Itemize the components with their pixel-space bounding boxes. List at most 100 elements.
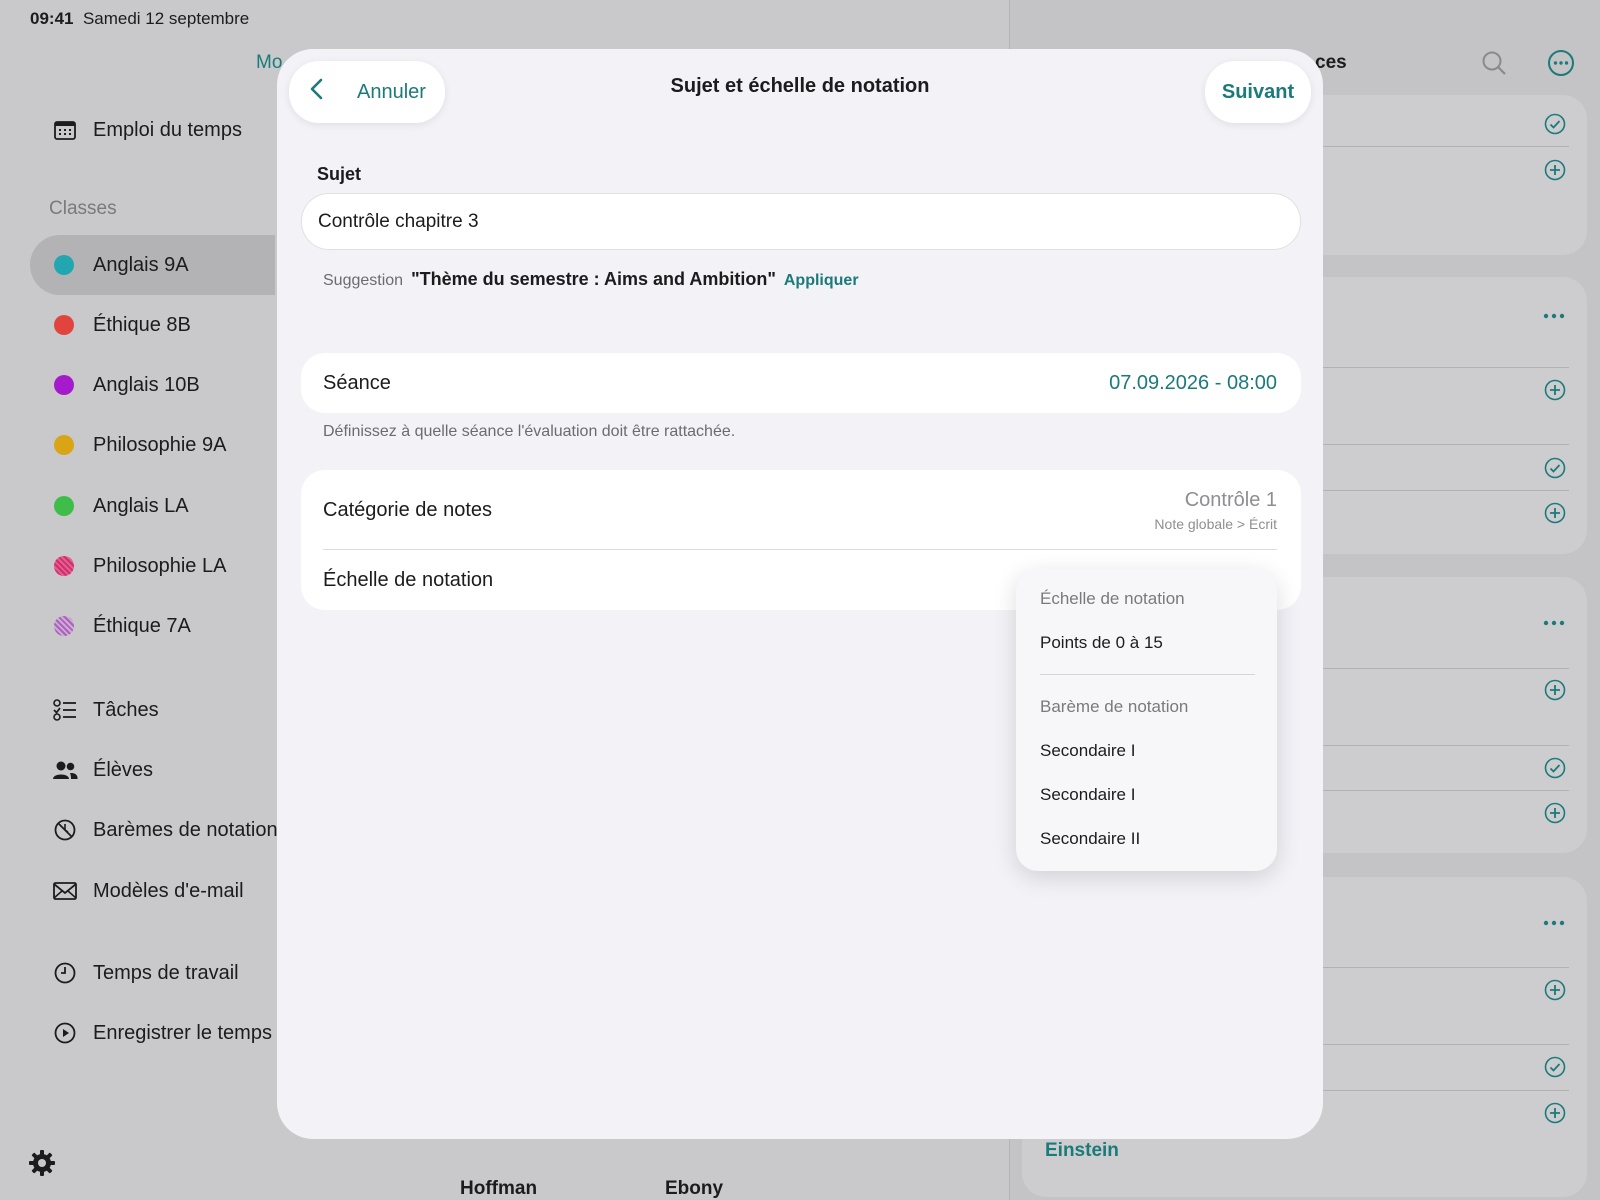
background-divider — [1323, 668, 1569, 669]
suggestion-value: "Thème du semestre : Aims and Ambition" — [411, 269, 776, 289]
next-button[interactable]: Suivant — [1205, 61, 1311, 123]
class-label: Anglais LA — [93, 494, 189, 517]
play-icon — [52, 1020, 78, 1046]
modal-title: Sujet et échelle de notation — [670, 75, 930, 97]
add-circle-icon[interactable] — [1544, 159, 1566, 186]
session-label: Séance — [323, 371, 391, 394]
class-color-dot — [54, 435, 74, 455]
category-value-group: Contrôle 1 Note globale > Écrit — [1154, 489, 1277, 532]
sidebar-top-label[interactable]: Mo — [256, 52, 282, 74]
sidebar-item-record-time[interactable]: Enregistrer le temps — [52, 1020, 272, 1046]
session-value[interactable]: 07.09.2026 - 08:00 — [1109, 372, 1277, 395]
background-divider — [1323, 745, 1569, 746]
sidebar-item-label: Tâches — [93, 698, 159, 721]
suggestion-row: Suggestion "Thème du semestre : Aims and… — [323, 269, 859, 290]
sidebar-item-label: Barèmes de notation — [93, 818, 278, 841]
check-circle-icon[interactable] — [1544, 1056, 1566, 1083]
sidebar-class-item[interactable]: Anglais 10B — [30, 355, 275, 415]
background-divider — [1323, 967, 1569, 968]
menu-option-bareme[interactable]: Secondaire I — [1040, 741, 1135, 761]
background-student-name: Hoffman — [460, 1178, 538, 1199]
background-student-name: Ebony — [665, 1178, 724, 1199]
sidebar-item-label: Élèves — [93, 758, 154, 781]
add-circle-icon[interactable] — [1544, 502, 1566, 529]
clock-icon — [52, 960, 78, 986]
class-label: Philosophie 9A — [93, 433, 227, 456]
menu-option-points[interactable]: Points de 0 à 15 — [1040, 633, 1163, 653]
sidebar-class-item[interactable]: Éthique 8B — [30, 295, 275, 355]
add-circle-icon[interactable] — [1544, 379, 1566, 406]
session-card[interactable]: Séance 07.09.2026 - 08:00 — [301, 353, 1301, 413]
menu-option-bareme[interactable]: Secondaire II — [1040, 829, 1140, 849]
calendar-icon — [52, 117, 78, 143]
class-color-dot — [54, 375, 74, 395]
check-circle-icon[interactable] — [1544, 457, 1566, 484]
search-icon[interactable] — [1481, 50, 1507, 81]
grading-scales-icon — [52, 817, 78, 843]
background-student-name[interactable]: Einstein — [1045, 1140, 1119, 1162]
menu-divider — [1040, 674, 1255, 675]
background-divider — [1323, 490, 1569, 491]
menu-header-scale: Échelle de notation — [1040, 589, 1185, 608]
category-row[interactable]: Catégorie de notes Contrôle 1 Note globa… — [323, 480, 1277, 540]
menu-header-bareme: Barème de notation — [1040, 697, 1189, 716]
ellipsis-icon[interactable] — [1543, 914, 1565, 932]
sidebar-class-item[interactable]: Philosophie LA — [30, 536, 275, 596]
background-divider — [1323, 367, 1569, 368]
sidebar-item-label: Temps de travail — [93, 961, 239, 984]
mail-icon — [52, 878, 78, 904]
class-color-dot — [54, 255, 74, 275]
class-color-dot — [54, 556, 74, 576]
scale-label: Échelle de notation — [323, 568, 494, 591]
sidebar-item-email-templates[interactable]: Modèles d'e-mail — [52, 878, 244, 904]
add-circle-icon[interactable] — [1544, 1102, 1566, 1129]
subject-input[interactable]: Contrôle chapitre 3 — [301, 193, 1301, 250]
sidebar-item-schedule[interactable]: Emploi du temps — [52, 117, 242, 143]
sidebar-item-label: Modèles d'e-mail — [93, 879, 244, 902]
settings-gear-icon[interactable] — [27, 1148, 57, 1183]
check-circle-icon[interactable] — [1544, 757, 1566, 784]
class-label: Anglais 9A — [93, 253, 189, 276]
sidebar-item-work-time[interactable]: Temps de travail — [52, 960, 239, 986]
class-label: Philosophie LA — [93, 554, 227, 577]
background-divider — [1323, 790, 1569, 791]
tasks-icon — [52, 697, 78, 723]
sidebar-class-item[interactable]: Philosophie 9A — [30, 415, 275, 475]
background-divider — [1323, 1090, 1569, 1091]
sidebar-class-item[interactable]: Anglais 9A — [30, 235, 275, 295]
more-options-icon[interactable] — [1547, 49, 1575, 82]
sidebar-class-item[interactable]: Éthique 7A — [30, 596, 275, 656]
class-color-dot — [54, 315, 74, 335]
ellipsis-icon[interactable] — [1543, 307, 1565, 325]
sidebar-item-label: Emploi du temps — [93, 118, 242, 141]
add-circle-icon[interactable] — [1544, 802, 1566, 829]
session-hint: Définissez à quelle séance l'évaluation … — [323, 423, 736, 440]
class-label: Anglais 10B — [93, 373, 200, 396]
sidebar-item-label: Enregistrer le temps — [93, 1021, 272, 1044]
students-icon — [52, 757, 78, 783]
background-divider — [1323, 444, 1569, 445]
class-label: Éthique 8B — [93, 313, 191, 336]
check-circle-icon[interactable] — [1544, 113, 1566, 140]
subject-label: Sujet — [317, 164, 362, 184]
apply-suggestion-button[interactable]: Appliquer — [784, 272, 859, 290]
menu-option-bareme[interactable]: Secondaire I — [1040, 785, 1135, 805]
category-label: Catégorie de notes — [323, 498, 493, 521]
add-circle-icon[interactable] — [1544, 979, 1566, 1006]
ellipsis-icon[interactable] — [1543, 614, 1565, 632]
sidebar-item-tasks[interactable]: Tâches — [52, 697, 159, 723]
classes-section-header: Classes — [49, 198, 117, 219]
class-label: Éthique 7A — [93, 614, 191, 637]
background-divider — [1323, 146, 1569, 147]
class-color-dot — [54, 496, 74, 516]
category-value: Contrôle 1 — [1184, 488, 1277, 511]
sidebar: Mo Emploi du temps Classes Anglais 9A Ét… — [0, 0, 282, 1200]
sidebar-item-students[interactable]: Élèves — [52, 757, 153, 783]
sidebar-item-grading-scales[interactable]: Barèmes de notation — [52, 817, 278, 843]
sidebar-class-item[interactable]: Anglais LA — [30, 476, 275, 536]
background-divider — [1323, 1044, 1569, 1045]
category-path: Note globale > Écrit — [1154, 515, 1277, 532]
add-circle-icon[interactable] — [1544, 679, 1566, 706]
suggestion-key: Suggestion — [323, 272, 404, 289]
session-row[interactable]: Séance 07.09.2026 - 08:00 — [323, 353, 1277, 413]
